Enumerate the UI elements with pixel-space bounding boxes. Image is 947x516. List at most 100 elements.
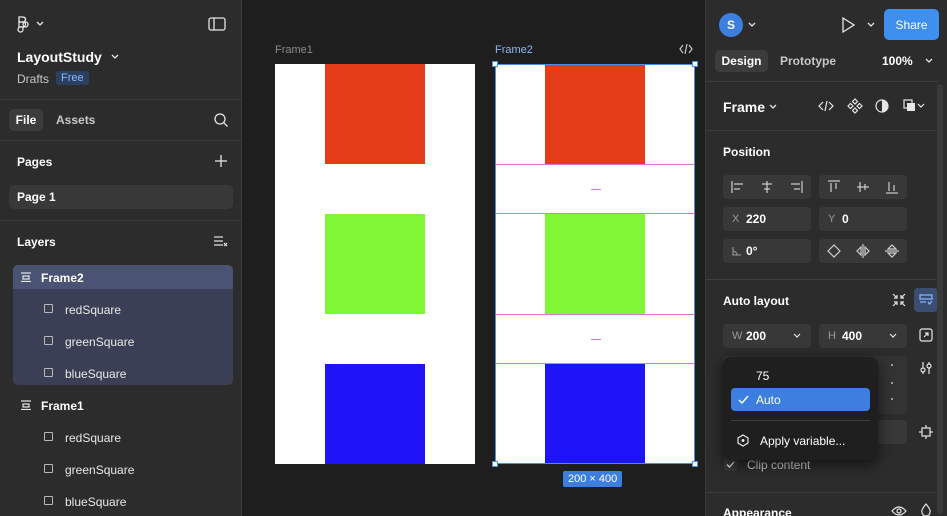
- layer-item-frame2[interactable]: Frame2: [0, 265, 242, 289]
- frame2-label[interactable]: Frame2: [495, 44, 533, 56]
- vertical-align-group: [819, 175, 907, 199]
- align-left-button[interactable]: [723, 175, 752, 199]
- blue-square[interactable]: [325, 364, 425, 464]
- rectangle-icon: [44, 368, 53, 377]
- search-button[interactable]: [212, 111, 230, 129]
- align-top-icon: [827, 180, 840, 192]
- toggle-sidebar-button[interactable]: [206, 15, 228, 33]
- canvas[interactable]: Frame1 Frame2 200 × 400: [242, 0, 705, 516]
- mask-icon[interactable]: [874, 98, 890, 114]
- clip-content-label: Clip content: [747, 458, 811, 472]
- red-square[interactable]: [325, 64, 425, 164]
- eye-icon[interactable]: [891, 506, 907, 516]
- sidebar-toggle-icon: [208, 17, 226, 31]
- selection-outline: [495, 64, 695, 464]
- align-right-button[interactable]: [781, 175, 810, 199]
- width-field[interactable]: W 200: [723, 324, 811, 348]
- drop-icon[interactable]: [920, 503, 932, 516]
- align-bottom-icon: [885, 182, 898, 194]
- padding-individual-icon[interactable]: [919, 425, 933, 439]
- rotate-icon: [826, 244, 841, 258]
- frame1-label[interactable]: Frame1: [275, 44, 313, 56]
- layer-item-bluesquare[interactable]: blueSquare: [0, 489, 242, 513]
- layer-item-redsquare[interactable]: redSquare: [0, 425, 242, 449]
- resize-handle[interactable]: [492, 61, 498, 67]
- chevron-down-icon[interactable]: [793, 332, 801, 340]
- page-item-page-1[interactable]: Page 1: [9, 185, 233, 209]
- tab-design[interactable]: Design: [715, 50, 768, 72]
- menu-item-auto[interactable]: Auto: [731, 388, 870, 411]
- flip-horizontal-button[interactable]: [848, 239, 877, 263]
- boolean-ops-icon[interactable]: [903, 99, 925, 113]
- align-middle-button[interactable]: [848, 175, 877, 199]
- dev-mode-icon[interactable]: [818, 99, 834, 113]
- height-field[interactable]: H 400: [819, 324, 907, 348]
- file-name-chevron-icon[interactable]: [110, 50, 120, 62]
- tab-assets[interactable]: Assets: [56, 113, 95, 127]
- chevron-down-icon[interactable]: [747, 20, 757, 30]
- flip-vertical-button[interactable]: [877, 239, 906, 263]
- collapse-layers-button[interactable]: [212, 232, 230, 250]
- divider: [706, 81, 938, 82]
- divider: [0, 220, 242, 221]
- resize-handle[interactable]: [492, 461, 498, 467]
- chevron-down-icon[interactable]: [889, 332, 897, 340]
- share-button[interactable]: Share: [884, 9, 939, 40]
- main-menu-button[interactable]: [14, 14, 44, 34]
- frame1[interactable]: [275, 64, 475, 464]
- tab-file[interactable]: File: [9, 109, 43, 131]
- layer-item-redsquare[interactable]: redSquare: [0, 297, 242, 321]
- chevron-down-icon: [36, 21, 44, 26]
- advanced-settings-icon[interactable]: [919, 361, 933, 375]
- align-top-button[interactable]: [819, 175, 848, 199]
- menu-item-apply-variable[interactable]: Apply variable...: [731, 429, 870, 452]
- y-position-field[interactable]: Y 0: [819, 207, 907, 231]
- file-name[interactable]: LayoutStudy: [17, 49, 102, 65]
- appearance-title: Appearance: [723, 506, 792, 516]
- layer-item-greensquare[interactable]: greenSquare: [0, 457, 242, 481]
- variable-icon: [737, 434, 749, 447]
- panel-scrollbar[interactable]: [937, 84, 943, 514]
- zoom-chevron-icon[interactable]: [924, 56, 934, 66]
- zoom-level[interactable]: 100%: [882, 54, 913, 68]
- add-page-button[interactable]: [212, 152, 230, 170]
- layer-item-greensquare[interactable]: greenSquare: [0, 329, 242, 353]
- present-options-chevron-icon[interactable]: [866, 20, 876, 30]
- layer-label: blueSquare: [65, 367, 127, 381]
- present-button[interactable]: [840, 16, 856, 34]
- x-position-field[interactable]: X 220: [723, 207, 811, 231]
- layer-item-bluesquare[interactable]: blueSquare: [0, 361, 242, 385]
- align-bottom-button[interactable]: [877, 175, 906, 199]
- tab-prototype[interactable]: Prototype: [780, 54, 836, 68]
- menu-item-75[interactable]: 75: [731, 364, 870, 387]
- collapse-icon[interactable]: [892, 293, 906, 307]
- rotate-button[interactable]: [819, 239, 848, 263]
- file-location[interactable]: Drafts: [17, 72, 49, 86]
- frame-type-selector[interactable]: Frame: [723, 99, 765, 115]
- resize-handle[interactable]: [692, 61, 698, 67]
- auto-layout-frame-icon: [21, 272, 31, 282]
- layer-label: greenSquare: [65, 335, 135, 349]
- grid-dot: [891, 364, 893, 366]
- resize-to-fit-icon[interactable]: [919, 328, 933, 342]
- green-square[interactable]: [325, 214, 425, 314]
- chevron-down-icon[interactable]: [768, 102, 778, 112]
- component-icon[interactable]: [847, 98, 863, 114]
- page-label: Page 1: [17, 190, 56, 204]
- resize-handle[interactable]: [692, 461, 698, 467]
- y-value: 0: [842, 212, 849, 226]
- rotation-icon: [732, 247, 741, 256]
- flip-vertical-icon: [884, 244, 899, 258]
- divider: [0, 99, 242, 100]
- rotation-field[interactable]: 0°: [723, 239, 811, 263]
- avatar[interactable]: S: [719, 13, 743, 37]
- layer-item-frame1[interactable]: Frame1: [0, 393, 242, 417]
- x-value: 220: [746, 212, 767, 226]
- rotation-value: 0°: [746, 244, 758, 258]
- code-icon[interactable]: [679, 43, 693, 55]
- transform-group: [819, 239, 907, 263]
- layer-label: redSquare: [65, 303, 122, 317]
- auto-layout-toggle-button[interactable]: [914, 288, 938, 312]
- align-right-icon: [790, 181, 803, 193]
- align-center-h-button[interactable]: [752, 175, 781, 199]
